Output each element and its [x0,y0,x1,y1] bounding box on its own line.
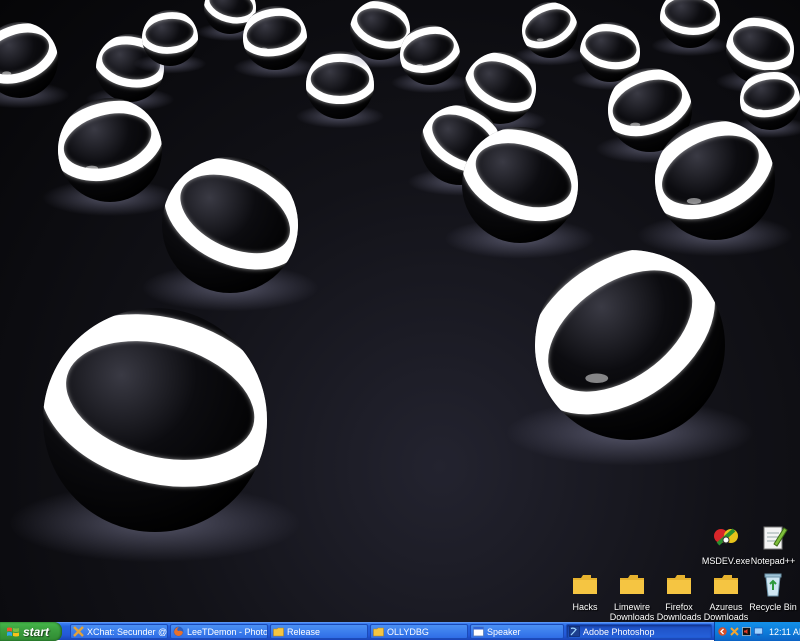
taskbar-button-firefox[interactable]: LeeTDemon - Photob... [170,624,268,639]
taskbar-button-photoshop[interactable]: Adobe Photoshop [566,624,712,639]
wallpaper-sphere [133,10,207,74]
wallpaper-sphere [513,2,587,66]
taskbar-button-label: OLLYDBG [387,626,429,637]
window-icon [473,626,484,637]
folder-icon [373,627,384,637]
start-button[interactable]: start [0,622,62,641]
folder-icon [714,575,738,594]
taskbar-button-xchat[interactable]: XChat: Secunder @ F... [70,624,168,639]
recycle-bin-icon [764,573,782,597]
wallpaper-sphere [0,22,70,109]
windows-flag-icon [7,627,19,636]
desktop-icon-label: Notepad++ [750,556,796,566]
taskbar-button-label: Release [287,626,321,637]
photoshop-icon [569,626,580,637]
taskbar-button-ollydbg[interactable]: OLLYDBG [370,624,468,639]
start-label: start [23,624,50,639]
desktop-icon-label: Hacks [572,602,598,612]
wallpaper-sphere [651,0,729,57]
xchat-icon [73,626,84,637]
folder-icon [667,575,691,594]
tool-icon[interactable] [730,627,739,636]
taskbar-button-label: XChat: Secunder @ F... [87,626,167,637]
notepad-icon [763,526,788,550]
desktop-icon-label: Recycle Bin [749,602,797,612]
msdev-icon [714,528,738,546]
wallpaper-sphere [9,308,301,563]
taskbar-button-release[interactable]: Release [270,624,368,639]
taskbar-button-speaker[interactable]: Speaker [470,624,564,639]
folder-icon [573,575,597,594]
folder-icon [273,627,284,637]
wallpaper-image [0,0,800,563]
wallpaper-sphere [42,98,178,217]
speaker-icon[interactable] [742,627,751,636]
clock: 12:11 AM [769,626,800,637]
system-tray: 12:11 AM [714,622,800,641]
wallpaper-sphere [141,157,319,312]
back-arrow-icon[interactable] [718,627,727,636]
network-icon[interactable] [754,627,763,636]
taskbar-button-label: Speaker [487,626,521,637]
wallpaper-sphere [506,247,754,466]
folder-icon [620,575,644,594]
taskbar-button-label: Adobe Photoshop [583,626,655,637]
taskbar: start XChat: Secunder @ F... LeeTDemon -… [0,622,800,641]
firefox-icon [173,626,184,637]
desktop-icon-recycle-bin[interactable]: Recycle Bin [740,568,800,622]
taskbar-button-label: LeeTDemon - Photob... [187,626,267,637]
desktop[interactable]: MSDEV.exe Notepad++ Hacks Limewire Downl… [0,0,800,622]
